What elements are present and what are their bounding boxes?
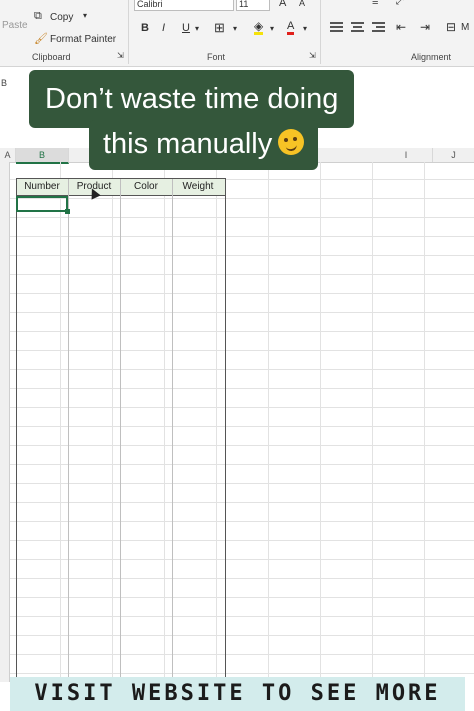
shrink-font-button[interactable]: A <box>299 0 305 8</box>
clipboard-launcher-icon[interactable]: ⇲ <box>117 51 124 60</box>
copy-button[interactable]: Copy <box>50 12 73 23</box>
ribbon-separator <box>320 0 321 64</box>
bold-button[interactable]: B <box>141 22 149 34</box>
column-header-i[interactable]: I <box>380 148 433 162</box>
merge-icon[interactable]: ⊟ <box>446 20 456 34</box>
header-number[interactable]: Number <box>16 181 68 192</box>
name-box[interactable]: B <box>1 78 7 88</box>
woozy-face-emoji-icon <box>278 129 305 156</box>
underline-dropdown-icon[interactable]: ▾ <box>195 24 199 33</box>
column-header-j[interactable]: J <box>433 148 474 162</box>
underline-button[interactable]: U <box>182 22 190 34</box>
bordered-table <box>16 178 226 682</box>
excel-ribbon: Paste ⧉ Copy ▾ 🖌 Format Painter Clipboar… <box>0 0 474 67</box>
paste-button[interactable]: Paste <box>2 20 28 31</box>
fill-color-icon[interactable]: ◈ <box>254 20 264 35</box>
orientation-icon[interactable]: ⤢ <box>396 0 404 7</box>
align-right-icon[interactable] <box>372 22 386 34</box>
fill-dropdown-icon[interactable]: ▾ <box>270 24 274 33</box>
borders-dropdown-icon[interactable]: ▾ <box>233 24 237 33</box>
increase-indent-icon[interactable]: ⇥ <box>420 20 430 34</box>
ribbon-separator <box>128 0 129 64</box>
active-cell[interactable] <box>16 196 70 214</box>
copy-icon: ⧉ <box>34 10 42 22</box>
font-color-dropdown-icon[interactable]: ▾ <box>303 24 307 33</box>
font-size-select[interactable]: 11 <box>236 0 270 11</box>
column-divider <box>172 179 173 681</box>
column-divider <box>120 179 121 681</box>
visit-website-banner[interactable]: VISIT WEBSITE TO SEE MORE <box>10 677 465 711</box>
italic-button[interactable]: I <box>162 22 165 34</box>
header-weight[interactable]: Weight <box>172 181 224 192</box>
font-group-label: Font <box>207 52 226 62</box>
align-middle-icon[interactable] <box>351 22 365 34</box>
header-color[interactable]: Color <box>120 181 172 192</box>
column-divider <box>68 179 69 681</box>
caption-line-2-text: this manually <box>103 128 273 160</box>
borders-icon[interactable]: ⊞ <box>214 20 225 36</box>
alignment-group-label: Alignment <box>411 52 452 62</box>
grow-font-button[interactable]: A <box>279 0 286 9</box>
decrease-indent-icon[interactable]: ⇤ <box>396 20 406 34</box>
row-headers[interactable] <box>0 162 10 682</box>
align-top-icon[interactable] <box>330 22 344 34</box>
clipboard-group-label: Clipboard <box>32 52 71 62</box>
font-name-select[interactable]: Calibri <box>134 0 234 11</box>
format-painter-button[interactable]: Format Painter <box>50 34 116 45</box>
font-color-button[interactable]: A <box>287 20 295 35</box>
font-launcher-icon[interactable]: ⇲ <box>309 51 316 60</box>
wrap-text-icon[interactable]: ≡ <box>372 0 378 8</box>
format-painter-icon: 🖌 <box>34 33 48 45</box>
column-header-a[interactable]: A <box>0 148 16 162</box>
copy-dropdown-icon[interactable]: ▾ <box>83 11 87 20</box>
caption-line-2: this manually <box>89 120 319 170</box>
merge-button-label[interactable]: M <box>461 22 469 33</box>
